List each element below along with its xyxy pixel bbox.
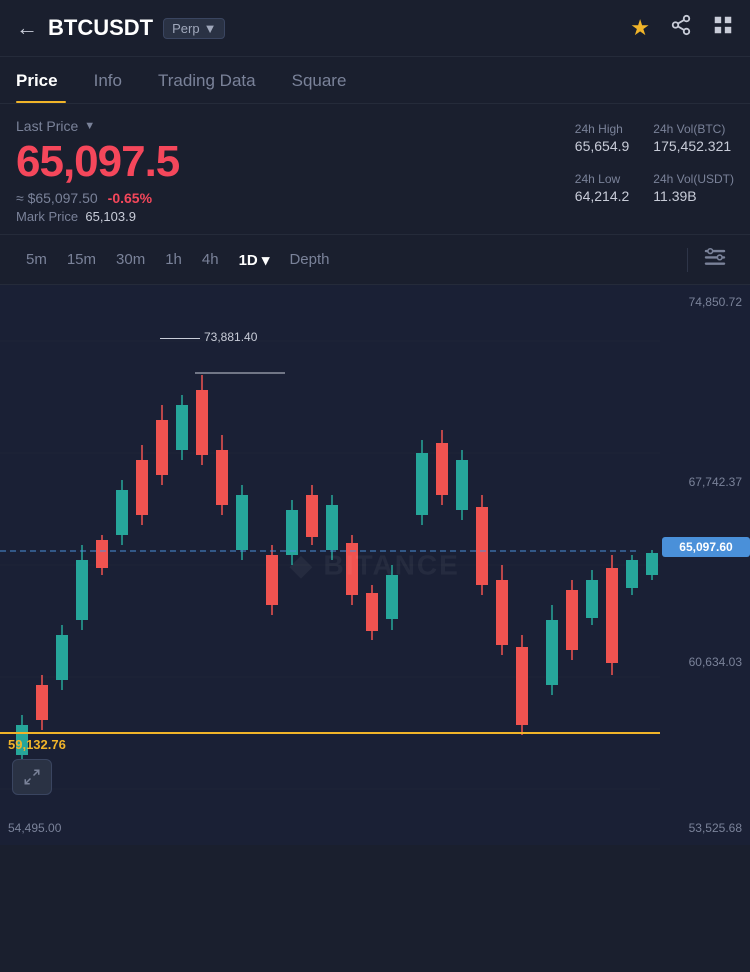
chart-settings-button[interactable] (696, 243, 734, 276)
scale-level-2: 67,742.37 (668, 475, 742, 489)
scale-level-1: 74,850.72 (668, 295, 742, 309)
header-right: ★ (630, 14, 734, 42)
favorite-icon[interactable]: ★ (630, 15, 650, 41)
price-stats: 24h High 65,654.9 24h Low 64,214.2 24h V… (575, 118, 734, 204)
time-30m[interactable]: 30m (106, 245, 155, 274)
tab-trading-data[interactable]: Trading Data (140, 57, 274, 103)
stats-col-right: 24h Vol(BTC) 175,452.321 24h Vol(USDT) 1… (653, 122, 734, 204)
current-price-tag: 65,097.60 (662, 537, 750, 557)
time-1d[interactable]: 1D ▾ (229, 245, 280, 275)
pair-title: BTCUSDT (48, 15, 153, 41)
stat-low: 24h Low 64,214.2 (575, 172, 630, 204)
share-icon[interactable] (670, 14, 692, 42)
mark-price-row: Mark Price 65,103.9 (16, 209, 575, 224)
time-5m[interactable]: 5m (16, 245, 57, 274)
grid-icon[interactable] (712, 14, 734, 42)
stats-col-left: 24h High 65,654.9 24h Low 64,214.2 (575, 122, 630, 204)
support-price-label: 59,132.76 (8, 737, 66, 752)
price-usd-row: ≈ $65,097.50 -0.65% (16, 190, 575, 206)
tab-square[interactable]: Square (274, 57, 365, 103)
time-4h[interactable]: 4h (192, 245, 229, 274)
chart-watermark: ◆ BITANCE (290, 549, 460, 582)
price-left: Last Price ▼ 65,097.5 ≈ $65,097.50 -0.65… (16, 118, 575, 224)
price-change: -0.65% (108, 190, 152, 206)
depth-button[interactable]: Depth (279, 245, 339, 274)
back-button[interactable]: ← (16, 15, 38, 41)
chart-toolbar: 5m 15m 30m 1h 4h 1D ▾ Depth (0, 234, 750, 285)
mark-price-value: 65,103.9 (85, 209, 136, 224)
stat-vol-btc: 24h Vol(BTC) 175,452.321 (653, 122, 734, 154)
perp-badge[interactable]: Perp ▼ (163, 18, 225, 39)
tab-price[interactable]: Price (16, 57, 76, 103)
toolbar-divider (687, 248, 688, 272)
tab-bar: Price Info Trading Data Square (0, 57, 750, 104)
price-dropdown-arrow[interactable]: ▼ (84, 120, 95, 132)
price-usd: ≈ $65,097.50 (16, 190, 98, 206)
stat-vol-usdt: 24h Vol(USDT) 11.39B (653, 172, 734, 204)
expand-chart-button[interactable] (12, 759, 52, 795)
time-15m[interactable]: 15m (57, 245, 106, 274)
tab-info[interactable]: Info (76, 57, 140, 103)
bottom-price-right: 53,525.68 (689, 821, 742, 835)
time-1h[interactable]: 1h (155, 245, 192, 274)
stat-high: 24h High 65,654.9 (575, 122, 630, 154)
chart-area: .wick { stroke-width: 1.5; } .body { rx:… (0, 285, 750, 845)
header: ← BTCUSDT Perp ▼ ★ (0, 0, 750, 57)
price-scale: 74,850.72 67,742.37 60,634.03 (660, 285, 750, 845)
max-price-label: 73,881.40 (160, 330, 257, 344)
last-price-label: Last Price ▼ (16, 118, 575, 134)
main-price: 65,097.5 (16, 138, 575, 186)
header-left: ← BTCUSDT Perp ▼ (16, 15, 630, 41)
price-section: Last Price ▼ 65,097.5 ≈ $65,097.50 -0.65… (0, 104, 750, 234)
scale-level-3: 60,634.03 (668, 655, 742, 669)
bottom-price-left: 54,495.00 (8, 821, 61, 835)
